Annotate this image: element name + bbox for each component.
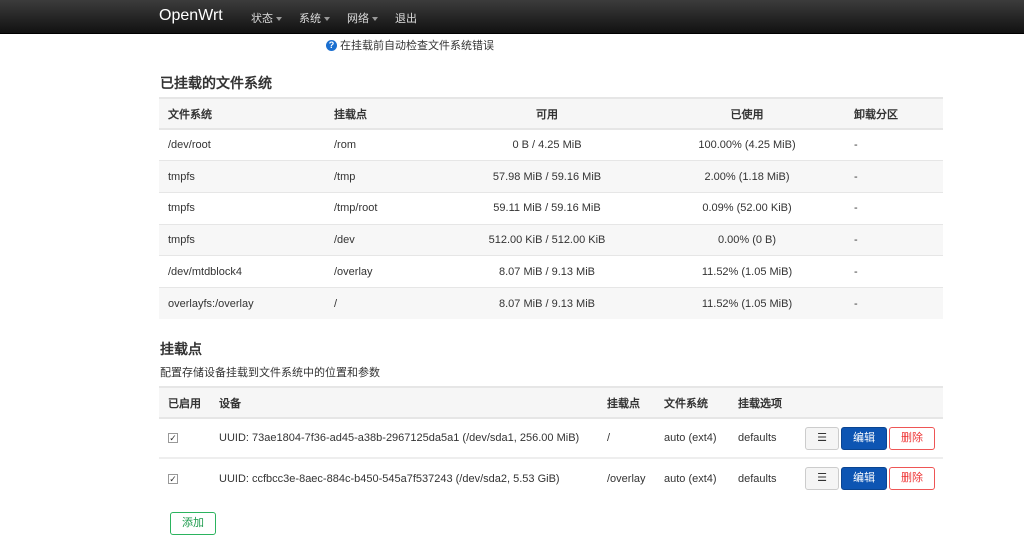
table-row: overlayfs:/overlay/8.07 MiB / 9.13 MiB 11… [159,286,943,320]
brand-logo[interactable]: OpenWrt [159,7,223,25]
col-header: 卸载分区 [845,97,943,130]
caret-down-icon [324,17,330,22]
table-row: tmpfs/tmp/root 59.11 MiB / 59.16 MiB 0.09%… [159,191,943,225]
col-header: 可用 [445,97,649,130]
table-cell: tmpfs [159,160,325,193]
col-header: 挂载选项 [729,386,793,419]
auto-check-hint: ? 在挂载前自动检查文件系统错误 [326,37,494,53]
caret-down-icon [372,17,378,22]
add-button[interactable]: 添加 [170,512,216,535]
edit-button[interactable]: 编辑 [841,467,887,490]
device-cell: UUID: 73ae1804-7f36-ad45-a38b-2967125da5… [210,417,598,458]
mount-points-title: 挂载点 [160,341,202,357]
hint-text: 在挂载前自动检查文件系统错误 [340,40,494,52]
table-cell: - [845,255,943,288]
mount-points-table: 已启用 设备 挂载点 文件系统 挂载选项 ✓ UUID: 73ae1804-7f… [159,386,943,498]
fs-cell: auto (ext4) [655,457,729,498]
device-cell: UUID: ccfbcc3e-8aec-884c-b450-545a7f5372… [210,457,598,498]
col-header: 设备 [210,386,598,419]
table-cell: /tmp [325,160,445,193]
table-cell: - [845,286,943,320]
col-header: 挂载点 [325,97,445,130]
table-cell: /rom [325,128,445,161]
col-header: 挂载点 [598,386,655,419]
mount-points-desc: 配置存储设备挂载到文件系统中的位置和参数 [160,367,380,379]
enabled-checkbox[interactable]: ✓ [168,473,178,484]
table-row: /dev/root/rom 0 B / 4.25 MiB 100.00% (4.25… [159,128,943,161]
table-row: /dev/mtdblock4/overlay 8.07 MiB / 9.13 Mi… [159,255,943,288]
drag-menu-button[interactable]: ☰ [805,467,839,490]
table-cell: 0.00% (0 B) [649,223,845,256]
table-cell: - [845,160,943,193]
mount-row: ✓ UUID: ccfbcc3e-8aec-884c-b450-545a7f53… [159,457,943,498]
menu-network[interactable]: 网络 [347,10,378,26]
table-cell: 0 B / 4.25 MiB [445,128,649,161]
options-cell: defaults [729,417,793,458]
table-cell: - [845,128,943,161]
table-cell: - [845,223,943,256]
mount-cell: / [598,417,655,458]
col-header: 已使用 [649,97,845,130]
enabled-checkbox[interactable]: ✓ [168,433,178,443]
table-cell: - [845,191,943,225]
table-cell: 59.11 MiB / 59.16 MiB [445,191,649,225]
table-cell: 11.52% (1.05 MiB) [649,255,845,288]
table-cell: /dev/root [159,128,325,161]
navbar: OpenWrt 状态 系统 网络 退出 [0,0,1024,34]
table-cell: 0.09% (52.00 KiB) [649,191,845,225]
enabled-cell: ✓ [159,417,210,458]
table-row: tmpfs/tmp 57.98 MiB / 59.16 MiB 2.00% (1.1… [159,160,943,193]
options-cell: defaults [729,457,793,498]
menu-system[interactable]: 系统 [299,10,330,26]
menu-logout[interactable]: 退出 [395,10,417,26]
table-cell: tmpfs [159,191,325,225]
drag-menu-button[interactable]: ☰ [805,426,839,450]
table-cell: tmpfs [159,223,325,256]
table-cell: overlayfs:/overlay [159,286,325,320]
table-row: tmpfs/dev 512.00 KiB / 512.00 KiB 0.00% (0… [159,223,943,256]
mounted-fs-title: 已挂载的文件系统 [160,75,272,91]
actions-cell: ☰ 编辑 删除 [793,417,943,458]
actions-cell: ☰ 编辑 删除 [793,457,943,498]
table-cell: 2.00% (1.18 MiB) [649,160,845,193]
delete-button[interactable]: 删除 [889,426,935,450]
col-header: 文件系统 [159,97,325,130]
caret-down-icon [276,17,282,22]
menu-status[interactable]: 状态 [251,10,282,26]
table-cell: /dev [325,223,445,256]
mount-cell: /overlay [598,457,655,498]
table-cell: 11.52% (1.05 MiB) [649,286,845,320]
table-cell: 8.07 MiB / 9.13 MiB [445,255,649,288]
col-header: 已启用 [159,386,210,419]
table-cell: / [325,286,445,320]
table-cell: 512.00 KiB / 512.00 KiB [445,223,649,256]
edit-button[interactable]: 编辑 [841,426,887,450]
delete-button[interactable]: 删除 [889,467,935,490]
enabled-cell: ✓ [159,457,210,498]
help-icon: ? [326,39,337,51]
table-cell: /dev/mtdblock4 [159,255,325,288]
mount-row: ✓ UUID: 73ae1804-7f36-ad45-a38b-2967125d… [159,417,943,458]
table-cell: /tmp/root [325,191,445,225]
table-cell: 57.98 MiB / 59.16 MiB [445,160,649,193]
mounted-fs-table: 文件系统 挂载点 可用 已使用 卸载分区 /dev/root/rom 0 B / … [159,97,943,320]
table-cell: 8.07 MiB / 9.13 MiB [445,286,649,320]
col-header-actions [793,386,943,419]
table-cell: 100.00% (4.25 MiB) [649,128,845,161]
col-header: 文件系统 [655,386,729,419]
fs-cell: auto (ext4) [655,417,729,458]
table-cell: /overlay [325,255,445,288]
